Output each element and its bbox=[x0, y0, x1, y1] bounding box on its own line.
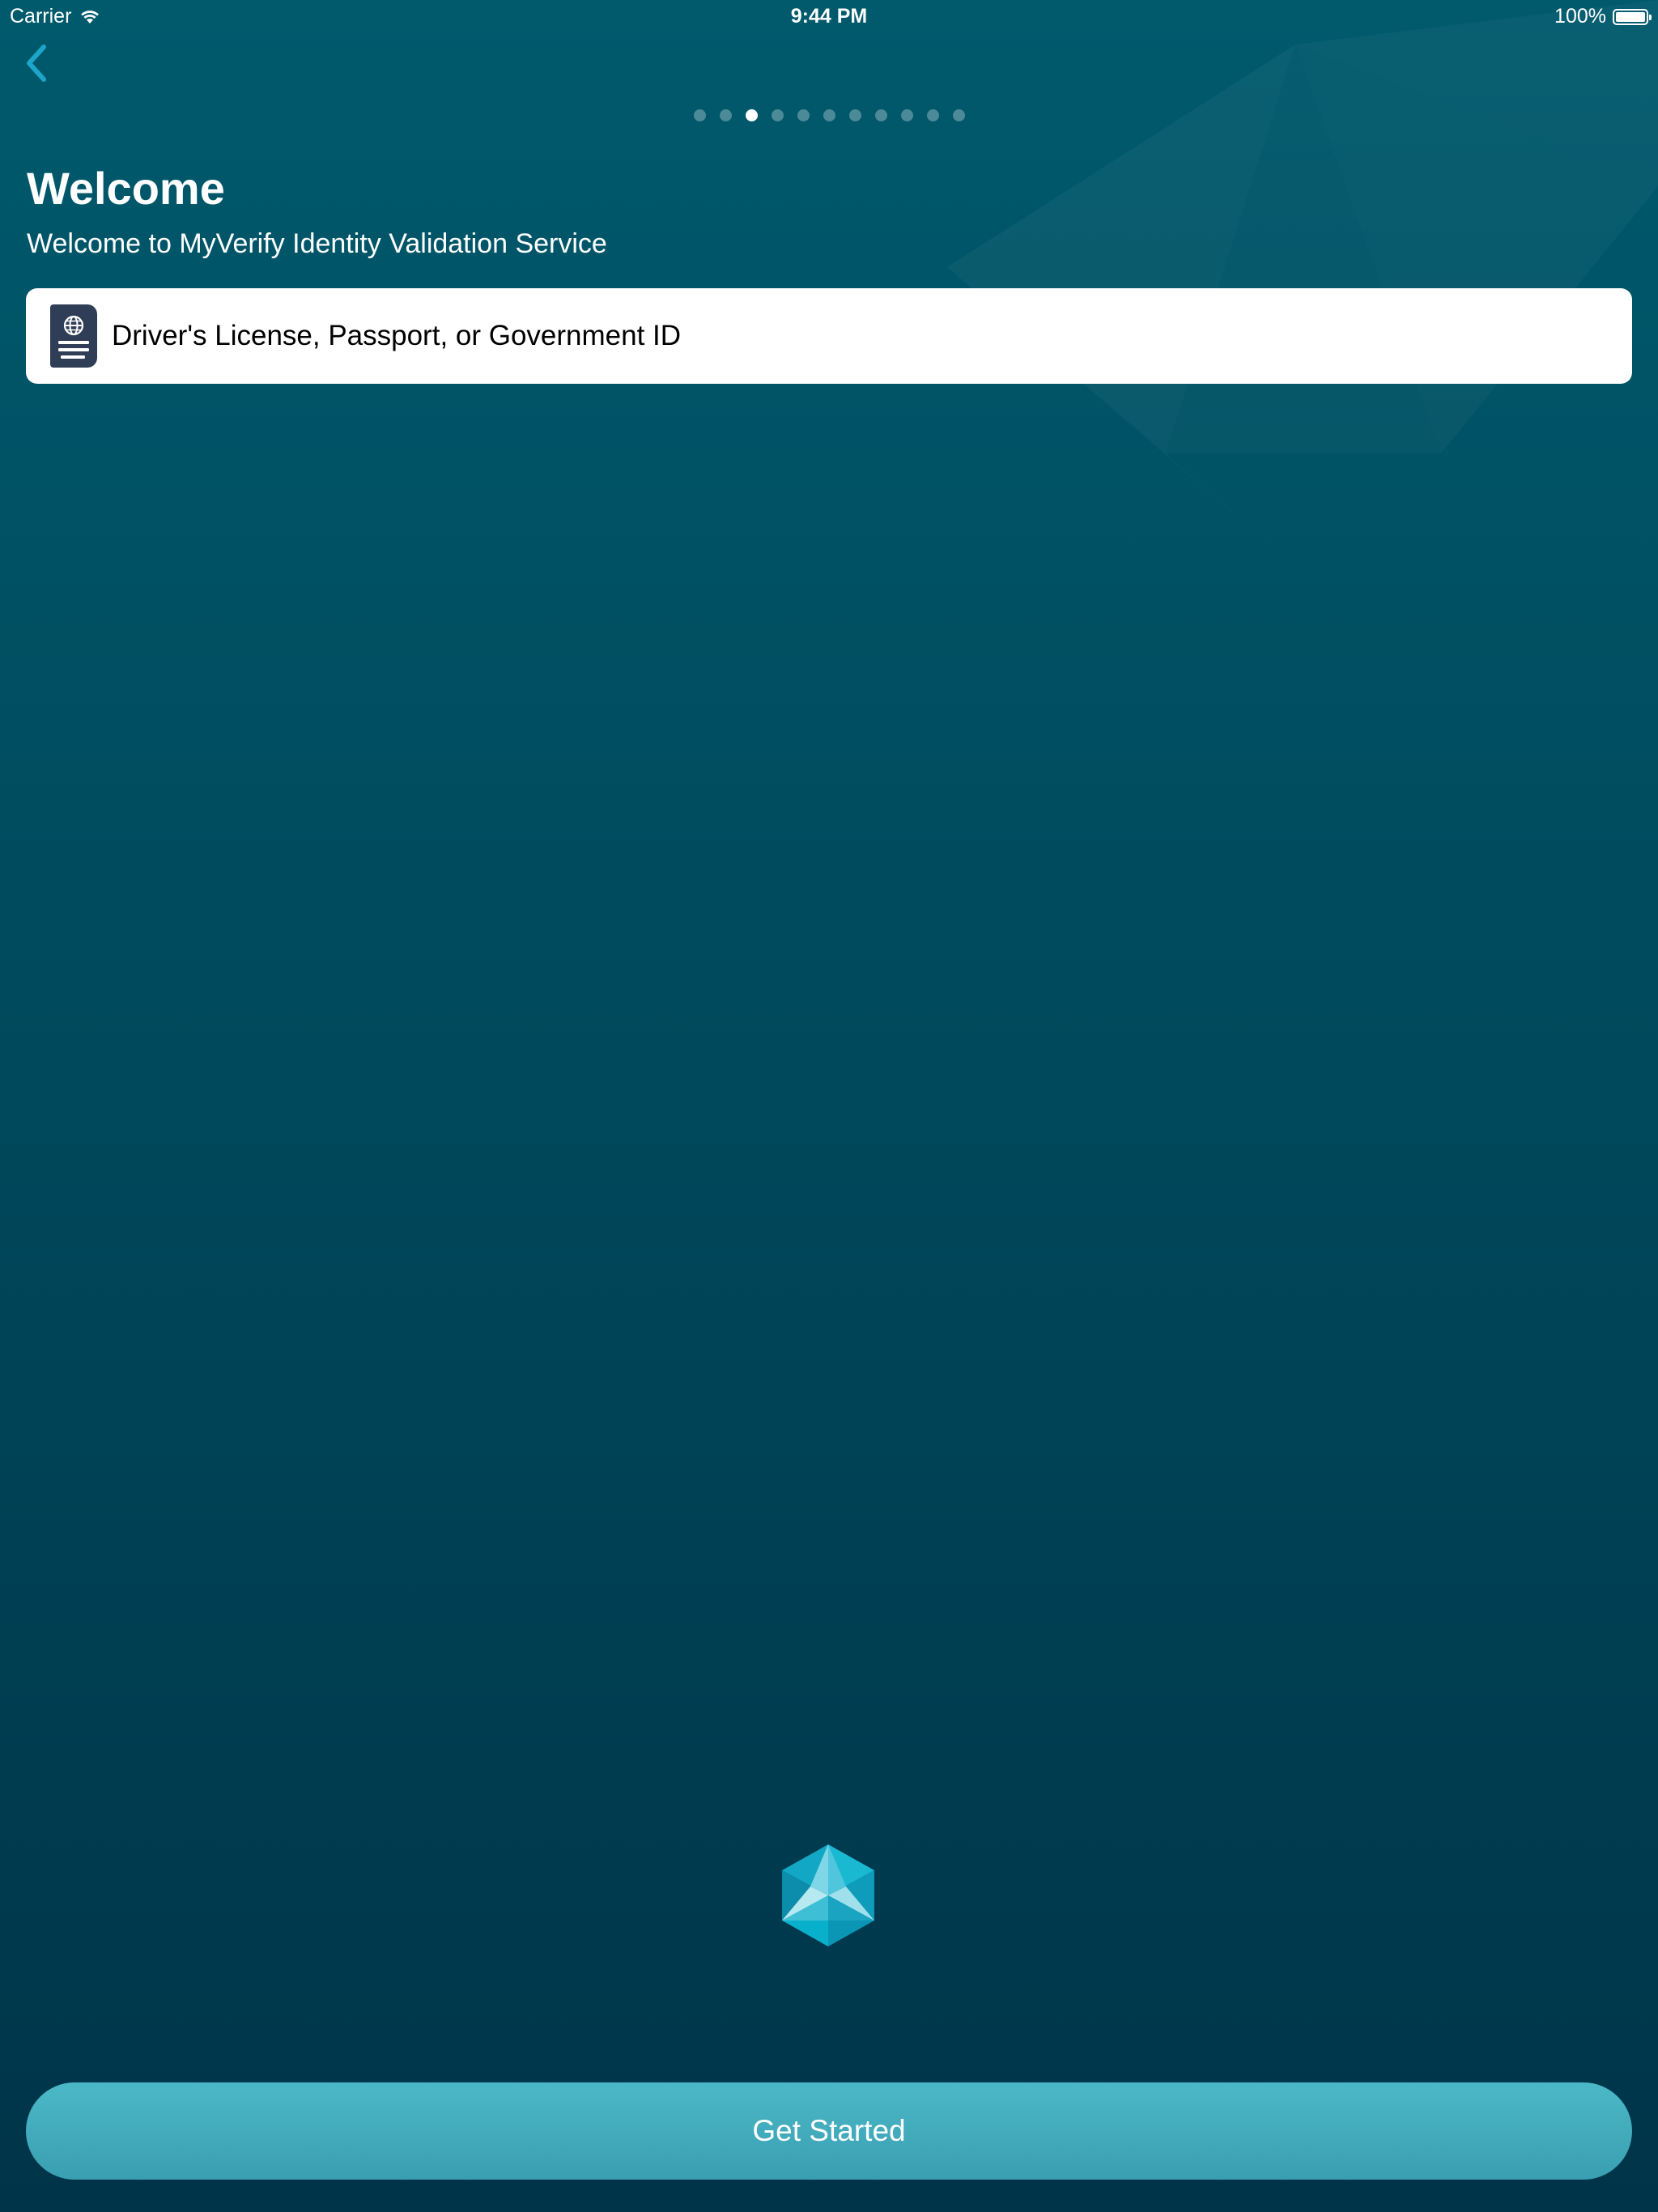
page-dot[interactable] bbox=[848, 109, 861, 121]
battery-percent: 100% bbox=[1554, 5, 1606, 28]
battery-icon bbox=[1613, 8, 1652, 25]
page-dot[interactable] bbox=[823, 109, 835, 121]
page-indicator[interactable] bbox=[0, 109, 1658, 121]
status-time: 9:44 PM bbox=[790, 5, 868, 28]
page-dot[interactable] bbox=[874, 109, 887, 121]
page-dot[interactable] bbox=[693, 109, 706, 121]
page-dot[interactable] bbox=[926, 109, 939, 121]
page-dot[interactable] bbox=[900, 109, 913, 121]
myverify-logo-icon bbox=[782, 1844, 874, 1946]
page-subtitle: Welcome to MyVerify Identity Validation … bbox=[27, 228, 607, 259]
passport-icon bbox=[50, 304, 97, 368]
battery-fill bbox=[1616, 11, 1645, 22]
battery-nub bbox=[1649, 14, 1652, 20]
page-dot[interactable] bbox=[745, 109, 758, 121]
page-dot[interactable] bbox=[797, 109, 810, 121]
back-button[interactable] bbox=[18, 40, 58, 86]
page-dot[interactable] bbox=[771, 109, 784, 121]
document-option-card[interactable]: Driver's License, Passport, or Governmen… bbox=[26, 288, 1632, 384]
status-bar: Carrier 9:44 PM 100% bbox=[0, 0, 1658, 32]
chevron-left-icon bbox=[27, 45, 46, 82]
status-battery-group: 100% bbox=[1554, 5, 1652, 28]
document-option-label: Driver's License, Passport, or Governmen… bbox=[112, 320, 682, 351]
get-started-button[interactable]: Get Started bbox=[26, 2082, 1632, 2180]
page-title: Welcome bbox=[27, 163, 225, 214]
page-dot[interactable] bbox=[952, 109, 965, 121]
page-dot[interactable] bbox=[719, 109, 732, 121]
